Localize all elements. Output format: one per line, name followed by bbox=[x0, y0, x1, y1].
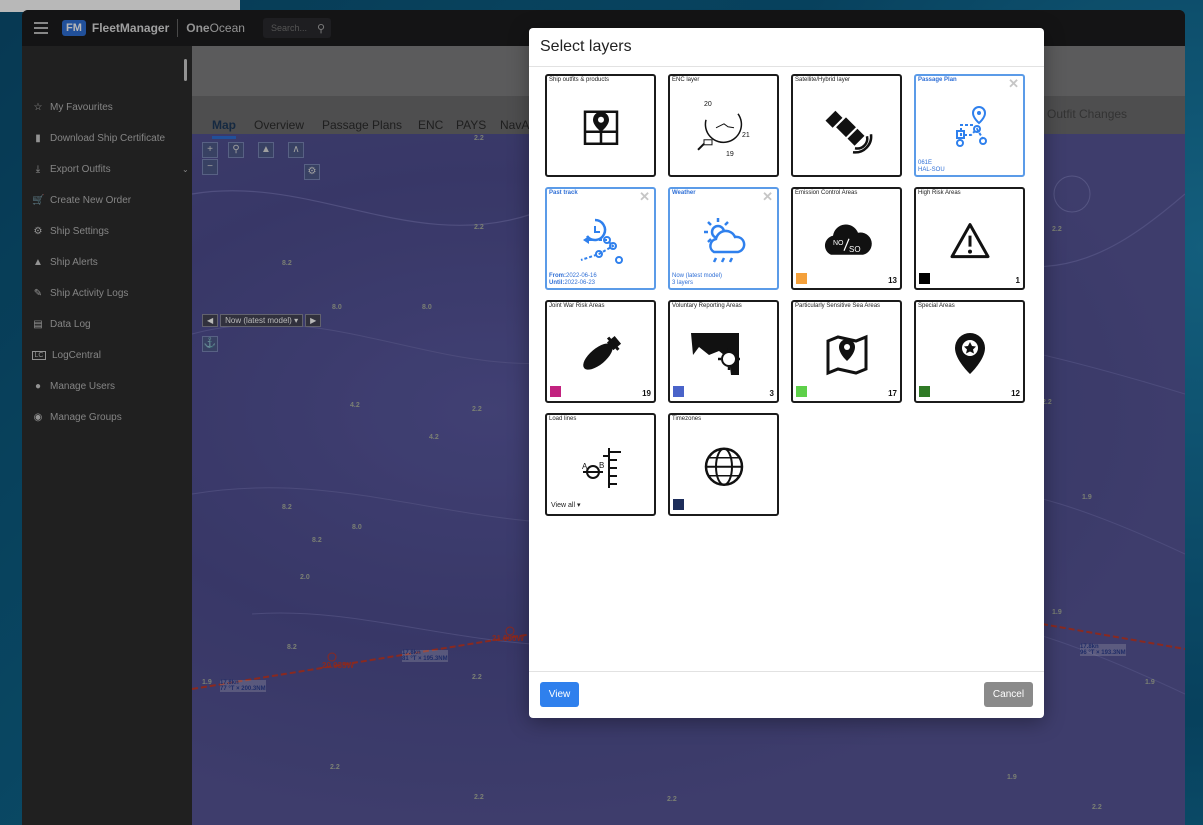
layer-count: 19 bbox=[642, 389, 651, 398]
layer-tile-past-track[interactable]: Past track ✕ From:2022-06-16 Until:2022-0… bbox=[545, 187, 656, 290]
bomb-icon bbox=[582, 335, 621, 370]
layer-count: 17 bbox=[888, 389, 897, 398]
special-pin-icon bbox=[954, 332, 985, 374]
layer-tile-high-risk[interactable]: High Risk Areas 1 bbox=[914, 187, 1025, 290]
ship-map-pin-icon bbox=[583, 110, 618, 145]
layer-tile-emission-control[interactable]: Emission Control Areas NO SO 13 bbox=[791, 187, 902, 290]
layer-color-swatch bbox=[550, 386, 561, 397]
layer-tile-load-lines[interactable]: Load lines A B View all ▾ bbox=[545, 413, 656, 516]
tile-subtitle: Now (latest model) 3 layers bbox=[672, 273, 723, 286]
layer-tile-passage-plan[interactable]: Passage Plan ✕ 061E HAL-SOU bbox=[914, 74, 1025, 177]
weather-icon bbox=[703, 217, 745, 263]
sensitive-map-icon bbox=[826, 334, 867, 375]
emission-cloud-icon: NO SO bbox=[824, 223, 872, 255]
layer-tile-ship-outfits[interactable]: Ship outfits & products bbox=[545, 74, 656, 177]
layer-count: 3 bbox=[769, 389, 774, 398]
layer-count: 1 bbox=[1015, 276, 1020, 285]
layer-tile-sensitive-sea-areas[interactable]: Particularly Sensitive Sea Areas 17 bbox=[791, 300, 902, 403]
layer-tile-timezones[interactable]: Timezones bbox=[668, 413, 779, 516]
svg-text:19: 19 bbox=[726, 150, 734, 157]
past-track-icon bbox=[580, 218, 623, 264]
tile-title: Special Areas bbox=[918, 303, 955, 309]
tile-title: Joint War Risk Areas bbox=[549, 303, 605, 309]
tile-title: Ship outfits & products bbox=[549, 77, 610, 83]
route-plan-icon bbox=[955, 105, 987, 147]
satellite-icon bbox=[825, 110, 872, 154]
tile-title: High Risk Areas bbox=[918, 190, 961, 196]
tile-title: Past track bbox=[549, 190, 578, 196]
layer-tile-voluntary-reporting[interactable]: Voluntary Reporting Areas 3 bbox=[668, 300, 779, 403]
close-icon[interactable]: ✕ bbox=[1008, 76, 1019, 92]
tab-outfit-changes[interactable]: Outfit Changes bbox=[1047, 107, 1127, 121]
view-button[interactable]: View bbox=[540, 682, 579, 707]
tile-title: Load lines bbox=[549, 416, 577, 422]
divider bbox=[529, 66, 1044, 67]
layer-color-swatch bbox=[673, 499, 684, 510]
tile-title: Weather bbox=[672, 190, 696, 196]
layer-color-swatch bbox=[919, 273, 930, 284]
svg-text:20: 20 bbox=[704, 100, 712, 107]
layer-color-swatch bbox=[919, 386, 930, 397]
layer-tile-special-areas[interactable]: Special Areas 12 bbox=[914, 300, 1025, 403]
svg-text:B: B bbox=[599, 461, 604, 470]
tile-date-range: From:2022-06-16 Until:2022-06-23 bbox=[549, 273, 597, 286]
view-all-dropdown[interactable]: View all ▾ bbox=[551, 501, 580, 509]
tile-title: Voluntary Reporting Areas bbox=[672, 303, 742, 309]
layer-tile-weather[interactable]: Weather ✕ Now (latest model) 3 layers bbox=[668, 187, 779, 290]
reporting-map-icon bbox=[690, 332, 740, 375]
layer-color-swatch bbox=[796, 386, 807, 397]
globe-clock-icon bbox=[704, 447, 743, 486]
layer-tile-joint-war-risk[interactable]: Joint War Risk Areas 19 bbox=[545, 300, 656, 403]
cancel-button[interactable]: Cancel bbox=[984, 682, 1033, 707]
load-line-icon: A B bbox=[582, 447, 621, 488]
svg-text:21: 21 bbox=[742, 131, 750, 138]
enc-chart-icon: 20 21 19 bbox=[696, 100, 750, 157]
layer-count: 13 bbox=[888, 276, 897, 285]
warning-icon bbox=[950, 222, 989, 258]
select-layers-modal: Select layers Ship outfits & products EN… bbox=[529, 28, 1044, 718]
tile-title: Timezones bbox=[672, 416, 702, 422]
layer-color-swatch bbox=[796, 273, 807, 284]
tile-title: Particularly Sensitive Sea Areas bbox=[795, 303, 881, 309]
tile-title: Emission Control Areas bbox=[795, 190, 858, 196]
svg-text:NO: NO bbox=[833, 239, 844, 246]
tile-subtitle: 061E HAL-SOU bbox=[918, 160, 945, 173]
close-icon[interactable]: ✕ bbox=[762, 189, 773, 205]
layer-tile-enc[interactable]: ENC layer 20 21 19 bbox=[668, 74, 779, 177]
layer-color-swatch bbox=[673, 386, 684, 397]
tile-title: Passage Plan bbox=[918, 77, 957, 83]
modal-title: Select layers bbox=[540, 38, 632, 55]
layer-count: 12 bbox=[1011, 389, 1020, 398]
close-icon[interactable]: ✕ bbox=[639, 189, 650, 205]
divider bbox=[529, 671, 1044, 672]
svg-text:A: A bbox=[582, 462, 588, 471]
tile-title: Satellite/Hybrid layer bbox=[795, 77, 851, 83]
layer-tile-satellite[interactable]: Satellite/Hybrid layer bbox=[791, 74, 902, 177]
svg-text:SO: SO bbox=[849, 244, 861, 253]
tile-title: ENC layer bbox=[672, 77, 700, 83]
